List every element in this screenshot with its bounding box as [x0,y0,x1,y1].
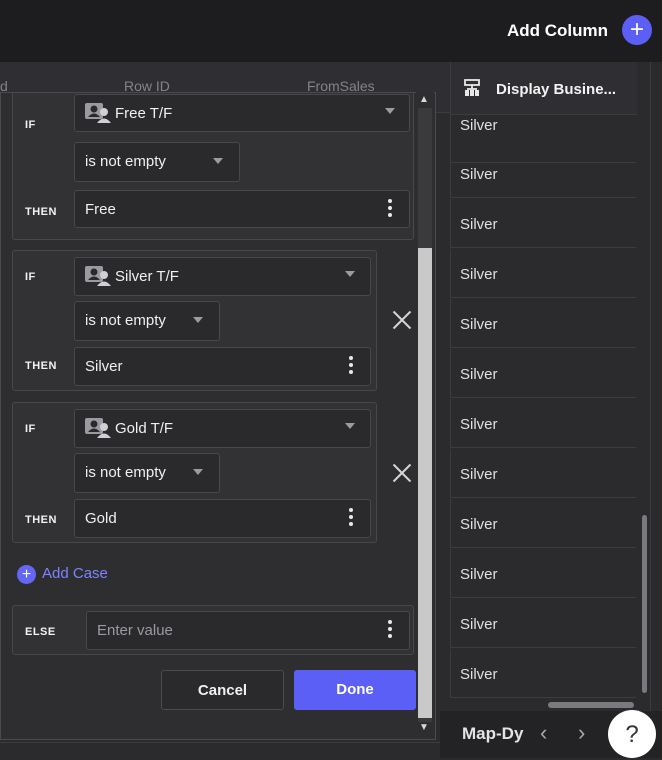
table-cell[interactable]: Silver [450,399,636,448]
then-value: Gold [85,510,117,527]
table-cell[interactable]: Silver [450,349,636,398]
chevron-down-icon [345,423,355,429]
if-label: IF [25,423,36,435]
operator-value: is not empty [85,312,166,329]
then-value: Silver [85,358,123,375]
else-label: ELSE [25,626,56,638]
then-value-field[interactable]: Free [74,190,410,228]
chevron-down-icon [385,108,395,114]
table-cell[interactable]: Silver [450,499,636,548]
case-block: IF Gold T/F is not empty THEN Gold [12,402,377,543]
more-options-icon[interactable] [348,356,354,377]
table-icon [464,79,480,96]
scroll-up-icon[interactable]: ▲ [419,94,429,105]
column-select[interactable]: Silver T/F [74,257,371,296]
chevron-down-icon [213,158,223,164]
chevron-left-icon[interactable]: ‹ [540,720,547,746]
tab-map-dy[interactable]: Map-Dy [462,724,523,744]
table-cell[interactable]: Silver [450,299,636,348]
user-column-icon [85,418,111,438]
else-block: ELSE Enter value [12,605,414,655]
operator-value: is not empty [85,153,166,170]
then-value-field[interactable]: Gold [74,499,371,538]
add-case-label: Add Case [42,565,108,582]
help-button[interactable]: ? [608,710,656,758]
column-header-label: Display Busine... [496,81,617,98]
operator-select[interactable]: is not empty [74,142,240,182]
then-value: Free [85,201,116,218]
column-name: Silver T/F [115,268,179,285]
more-options-icon[interactable] [348,508,354,529]
horizontal-scrollbar-thumb[interactable] [548,702,634,708]
panel-scrollbar-thumb[interactable] [418,248,432,718]
else-value-input[interactable]: Enter value [86,611,410,650]
then-label: THEN [25,206,57,218]
operator-value: is not empty [85,464,166,481]
then-value-field[interactable]: Silver [74,347,371,386]
operator-select[interactable]: is not empty [74,453,220,493]
if-label: IF [25,271,36,283]
chevron-right-icon[interactable]: › [578,720,585,746]
cancel-button[interactable]: Cancel [161,670,284,710]
panel-scrollbar[interactable]: ▲ ▼ [416,92,434,738]
table-cell[interactable]: Silver [450,249,636,298]
case-block: IF Silver T/F is not empty THEN Silver [12,250,377,391]
add-column-label[interactable]: Add Column [507,21,608,41]
table-cell[interactable]: Silver [450,599,636,648]
table-cell[interactable]: Silver [450,199,636,248]
remove-case-icon[interactable] [392,310,412,330]
column-select[interactable]: Gold T/F [74,409,371,448]
table-cell[interactable]: Silver [450,549,636,598]
column-name: Gold T/F [115,420,174,437]
chevron-down-icon [193,317,203,323]
operator-select[interactable]: is not empty [74,301,220,341]
user-column-icon [85,103,111,123]
column-header-display-business[interactable]: Display Busine... [450,62,637,115]
then-label: THEN [25,360,57,372]
case-block: IF Free T/F is not empty THEN Free [12,93,414,240]
scroll-down-icon[interactable]: ▼ [419,722,429,733]
if-then-editor-panel: IF Free T/F is not empty THEN Free IF Si… [0,92,436,740]
table-cell[interactable]: Silver [450,149,636,198]
plus-icon: + [17,565,36,584]
more-options-icon[interactable] [387,199,393,220]
chevron-down-icon [345,271,355,277]
column-name: Free T/F [115,105,173,122]
table-cell[interactable]: Silver [450,449,636,498]
vertical-scrollbar-thumb[interactable] [642,515,647,693]
if-label: IF [25,119,36,131]
remove-case-icon[interactable] [392,463,412,483]
then-label: THEN [25,514,57,526]
add-column-button[interactable]: + [622,15,652,45]
column-select[interactable]: Free T/F [74,94,410,132]
table-cell[interactable]: Silver [450,649,636,698]
chevron-down-icon [193,469,203,475]
done-button[interactable]: Done [294,670,416,710]
else-placeholder: Enter value [97,622,173,639]
user-column-icon [85,266,111,286]
more-options-icon[interactable] [387,620,393,641]
